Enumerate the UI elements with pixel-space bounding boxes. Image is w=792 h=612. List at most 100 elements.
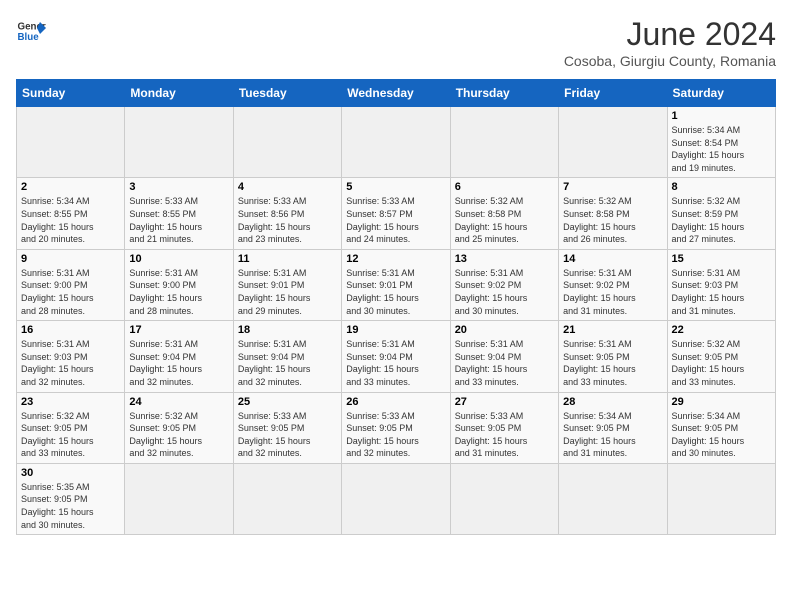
day-info: Sunrise: 5:31 AM Sunset: 9:02 PM Dayligh… [563,267,662,317]
title-block: June 2024 Cosoba, Giurgiu County, Romani… [564,16,776,69]
calendar-cell: 5 Sunrise: 5:33 AM Sunset: 8:57 PM Daylig… [342,178,450,249]
day-number: 15 [672,253,771,265]
day-number: 23 [21,396,120,408]
day-number: 5 [346,181,445,193]
col-header-friday: Friday [559,80,667,107]
col-header-saturday: Saturday [667,80,775,107]
day-info: Sunrise: 5:31 AM Sunset: 9:03 PM Dayligh… [672,267,771,317]
calendar-week-3: 9Sunrise: 5:31 AM Sunset: 9:00 PM Daylig… [17,249,776,320]
day-info: Sunrise: 5:31 AM Sunset: 9:05 PM Dayligh… [563,338,662,388]
day-number: 10 [129,253,228,265]
day-number: 21 [563,324,662,336]
day-number: 22 [672,324,771,336]
calendar-cell: 22 Sunrise: 5:32 AM Sunset: 9:05 PM Dayli… [667,321,775,392]
calendar-week-4: 16 Sunrise: 5:31 AM Sunset: 9:03 PM Dayli… [17,321,776,392]
calendar-cell [450,463,558,534]
calendar-cell: 9Sunrise: 5:31 AM Sunset: 9:00 PM Daylig… [17,249,125,320]
day-number: 19 [346,324,445,336]
calendar-subtitle: Cosoba, Giurgiu County, Romania [564,53,776,69]
calendar-cell: 25 Sunrise: 5:33 AM Sunset: 9:05 PM Dayli… [233,392,341,463]
day-number: 14 [563,253,662,265]
day-info: Sunrise: 5:32 AM Sunset: 9:05 PM Dayligh… [672,338,771,388]
calendar-table: SundayMondayTuesdayWednesdayThursdayFrid… [16,79,776,535]
calendar-title: June 2024 [564,16,776,53]
day-number: 12 [346,253,445,265]
day-info: Sunrise: 5:35 AM Sunset: 9:05 PM Dayligh… [21,481,120,531]
calendar-cell [233,107,341,178]
day-info: Sunrise: 5:34 AM Sunset: 9:05 PM Dayligh… [563,410,662,460]
day-info: Sunrise: 5:34 AM Sunset: 8:54 PM Dayligh… [672,124,771,174]
day-info: Sunrise: 5:31 AM Sunset: 9:02 PM Dayligh… [455,267,554,317]
day-info: Sunrise: 5:31 AM Sunset: 9:01 PM Dayligh… [346,267,445,317]
day-info: Sunrise: 5:33 AM Sunset: 8:55 PM Dayligh… [129,195,228,245]
calendar-cell: 11Sunrise: 5:31 AM Sunset: 9:01 PM Dayli… [233,249,341,320]
day-number: 27 [455,396,554,408]
day-info: Sunrise: 5:31 AM Sunset: 9:00 PM Dayligh… [21,267,120,317]
day-number: 1 [672,110,771,122]
day-number: 7 [563,181,662,193]
calendar-cell: 23 Sunrise: 5:32 AM Sunset: 9:05 PM Dayli… [17,392,125,463]
day-number: 29 [672,396,771,408]
day-info: Sunrise: 5:32 AM Sunset: 8:58 PM Dayligh… [563,195,662,245]
calendar-cell: 7 Sunrise: 5:32 AM Sunset: 8:58 PM Daylig… [559,178,667,249]
calendar-cell: 16 Sunrise: 5:31 AM Sunset: 9:03 PM Dayli… [17,321,125,392]
day-number: 3 [129,181,228,193]
day-number: 13 [455,253,554,265]
day-info: Sunrise: 5:33 AM Sunset: 8:56 PM Dayligh… [238,195,337,245]
calendar-cell: 18Sunrise: 5:31 AM Sunset: 9:04 PM Dayli… [233,321,341,392]
day-info: Sunrise: 5:31 AM Sunset: 9:03 PM Dayligh… [21,338,120,388]
day-number: 2 [21,181,120,193]
calendar-cell [125,107,233,178]
calendar-cell: 21 Sunrise: 5:31 AM Sunset: 9:05 PM Dayli… [559,321,667,392]
day-info: Sunrise: 5:33 AM Sunset: 9:05 PM Dayligh… [238,410,337,460]
day-info: Sunrise: 5:33 AM Sunset: 9:05 PM Dayligh… [455,410,554,460]
calendar-cell: 27 Sunrise: 5:33 AM Sunset: 9:05 PM Dayli… [450,392,558,463]
logo: General Blue [16,16,46,46]
calendar-cell: 8Sunrise: 5:32 AM Sunset: 8:59 PM Daylig… [667,178,775,249]
day-number: 25 [238,396,337,408]
calendar-cell: 29 Sunrise: 5:34 AM Sunset: 9:05 PM Dayli… [667,392,775,463]
day-number: 16 [21,324,120,336]
day-info: Sunrise: 5:34 AM Sunset: 8:55 PM Dayligh… [21,195,120,245]
day-number: 24 [129,396,228,408]
calendar-cell: 20 Sunrise: 5:31 AM Sunset: 9:04 PM Dayli… [450,321,558,392]
calendar-header-row: SundayMondayTuesdayWednesdayThursdayFrid… [17,80,776,107]
calendar-cell: 3 Sunrise: 5:33 AM Sunset: 8:55 PM Daylig… [125,178,233,249]
day-info: Sunrise: 5:33 AM Sunset: 8:57 PM Dayligh… [346,195,445,245]
calendar-cell: 10 Sunrise: 5:31 AM Sunset: 9:00 PM Dayli… [125,249,233,320]
calendar-cell: 30Sunrise: 5:35 AM Sunset: 9:05 PM Dayli… [17,463,125,534]
calendar-cell: 15 Sunrise: 5:31 AM Sunset: 9:03 PM Dayli… [667,249,775,320]
day-number: 18 [238,324,337,336]
calendar-cell [233,463,341,534]
calendar-cell [342,463,450,534]
col-header-monday: Monday [125,80,233,107]
calendar-cell [342,107,450,178]
day-info: Sunrise: 5:31 AM Sunset: 9:00 PM Dayligh… [129,267,228,317]
calendar-cell: 17Sunrise: 5:31 AM Sunset: 9:04 PM Dayli… [125,321,233,392]
calendar-cell: 2 Sunrise: 5:34 AM Sunset: 8:55 PM Daylig… [17,178,125,249]
day-number: 26 [346,396,445,408]
calendar-cell: 19 Sunrise: 5:31 AM Sunset: 9:04 PM Dayli… [342,321,450,392]
calendar-week-5: 23 Sunrise: 5:32 AM Sunset: 9:05 PM Dayli… [17,392,776,463]
day-number: 8 [672,181,771,193]
day-info: Sunrise: 5:32 AM Sunset: 9:05 PM Dayligh… [129,410,228,460]
calendar-week-6: 30Sunrise: 5:35 AM Sunset: 9:05 PM Dayli… [17,463,776,534]
day-info: Sunrise: 5:34 AM Sunset: 9:05 PM Dayligh… [672,410,771,460]
day-info: Sunrise: 5:31 AM Sunset: 9:04 PM Dayligh… [346,338,445,388]
day-info: Sunrise: 5:32 AM Sunset: 8:58 PM Dayligh… [455,195,554,245]
calendar-cell: 12 Sunrise: 5:31 AM Sunset: 9:01 PM Dayli… [342,249,450,320]
calendar-cell: 28Sunrise: 5:34 AM Sunset: 9:05 PM Dayli… [559,392,667,463]
day-info: Sunrise: 5:32 AM Sunset: 9:05 PM Dayligh… [21,410,120,460]
col-header-thursday: Thursday [450,80,558,107]
calendar-cell: 26Sunrise: 5:33 AM Sunset: 9:05 PM Dayli… [342,392,450,463]
calendar-cell [667,463,775,534]
calendar-cell: 14 Sunrise: 5:31 AM Sunset: 9:02 PM Dayli… [559,249,667,320]
calendar-week-1: 1 Sunrise: 5:34 AM Sunset: 8:54 PM Daylig… [17,107,776,178]
day-info: Sunrise: 5:31 AM Sunset: 9:04 PM Dayligh… [455,338,554,388]
day-info: Sunrise: 5:31 AM Sunset: 9:04 PM Dayligh… [129,338,228,388]
calendar-cell: 24 Sunrise: 5:32 AM Sunset: 9:05 PM Dayli… [125,392,233,463]
calendar-cell [17,107,125,178]
calendar-cell [559,107,667,178]
day-number: 20 [455,324,554,336]
calendar-cell [559,463,667,534]
